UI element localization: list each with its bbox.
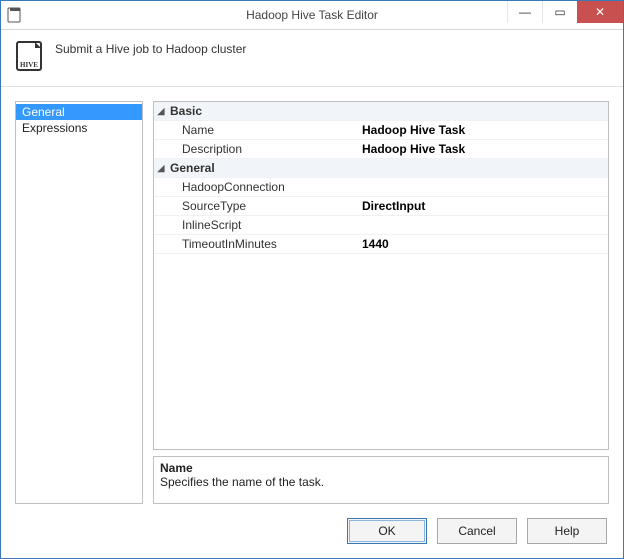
description-text: Specifies the name of the task. (160, 475, 602, 489)
close-icon: ✕ (595, 5, 605, 19)
svg-text:HIVE: HIVE (20, 61, 38, 69)
title-bar[interactable]: Hadoop Hive Task Editor — ▭ ✕ (1, 1, 623, 30)
prop-row-timeoutinminutes[interactable]: TimeoutInMinutes 1440 (154, 235, 608, 254)
page-nav: General Expressions (15, 101, 143, 504)
hive-icon: HIVE (15, 40, 47, 72)
content-pane: ◢ Basic Name Hadoop Hive Task Descriptio… (153, 101, 609, 504)
maximize-icon: ▭ (554, 5, 565, 19)
prop-row-description[interactable]: Description Hadoop Hive Task (154, 140, 608, 159)
ok-button[interactable]: OK (347, 518, 427, 544)
prop-key: Description (168, 142, 358, 156)
prop-value[interactable]: Hadoop Hive Task (358, 123, 608, 137)
minimize-button[interactable]: — (507, 1, 542, 23)
help-button[interactable]: Help (527, 518, 607, 544)
prop-row-name[interactable]: Name Hadoop Hive Task (154, 121, 608, 140)
dialog-window: Hadoop Hive Task Editor — ▭ ✕ HIVE Submi… (0, 0, 624, 559)
cancel-button[interactable]: Cancel (437, 518, 517, 544)
prop-key: HadoopConnection (168, 180, 358, 194)
dialog-footer: OK Cancel Help (1, 504, 623, 558)
category-basic[interactable]: ◢ Basic (154, 102, 608, 121)
prop-key: SourceType (168, 199, 358, 213)
minimize-icon: — (519, 5, 531, 19)
description-panel: Name Specifies the name of the task. (153, 456, 609, 504)
dialog-body: General Expressions ◢ Basic Name Hadoop … (1, 87, 623, 504)
description-title: Name (160, 461, 602, 475)
expand-icon[interactable]: ◢ (154, 106, 168, 117)
nav-item-general[interactable]: General (16, 104, 142, 120)
window-buttons: — ▭ ✕ (507, 1, 623, 29)
dialog-header: HIVE Submit a Hive job to Hadoop cluster (1, 30, 623, 87)
category-label: General (168, 161, 608, 175)
expand-icon[interactable]: ◢ (154, 163, 168, 174)
prop-key: InlineScript (168, 218, 358, 232)
prop-key: TimeoutInMinutes (168, 237, 358, 251)
property-grid[interactable]: ◢ Basic Name Hadoop Hive Task Descriptio… (153, 101, 609, 450)
prop-row-sourcetype[interactable]: SourceType DirectInput (154, 197, 608, 216)
prop-value[interactable]: 1440 (358, 237, 608, 251)
category-general[interactable]: ◢ General (154, 159, 608, 178)
prop-value[interactable]: Hadoop Hive Task (358, 142, 608, 156)
close-button[interactable]: ✕ (577, 1, 623, 23)
prop-row-inlinescript[interactable]: InlineScript (154, 216, 608, 235)
maximize-button[interactable]: ▭ (542, 1, 577, 23)
nav-item-expressions[interactable]: Expressions (16, 120, 142, 136)
dialog-subtitle: Submit a Hive job to Hadoop cluster (55, 40, 246, 56)
prop-value[interactable]: DirectInput (358, 199, 608, 213)
category-label: Basic (168, 104, 608, 118)
prop-key: Name (168, 123, 358, 137)
prop-row-hadoopconnection[interactable]: HadoopConnection (154, 178, 608, 197)
system-menu-icon[interactable] (7, 7, 23, 23)
